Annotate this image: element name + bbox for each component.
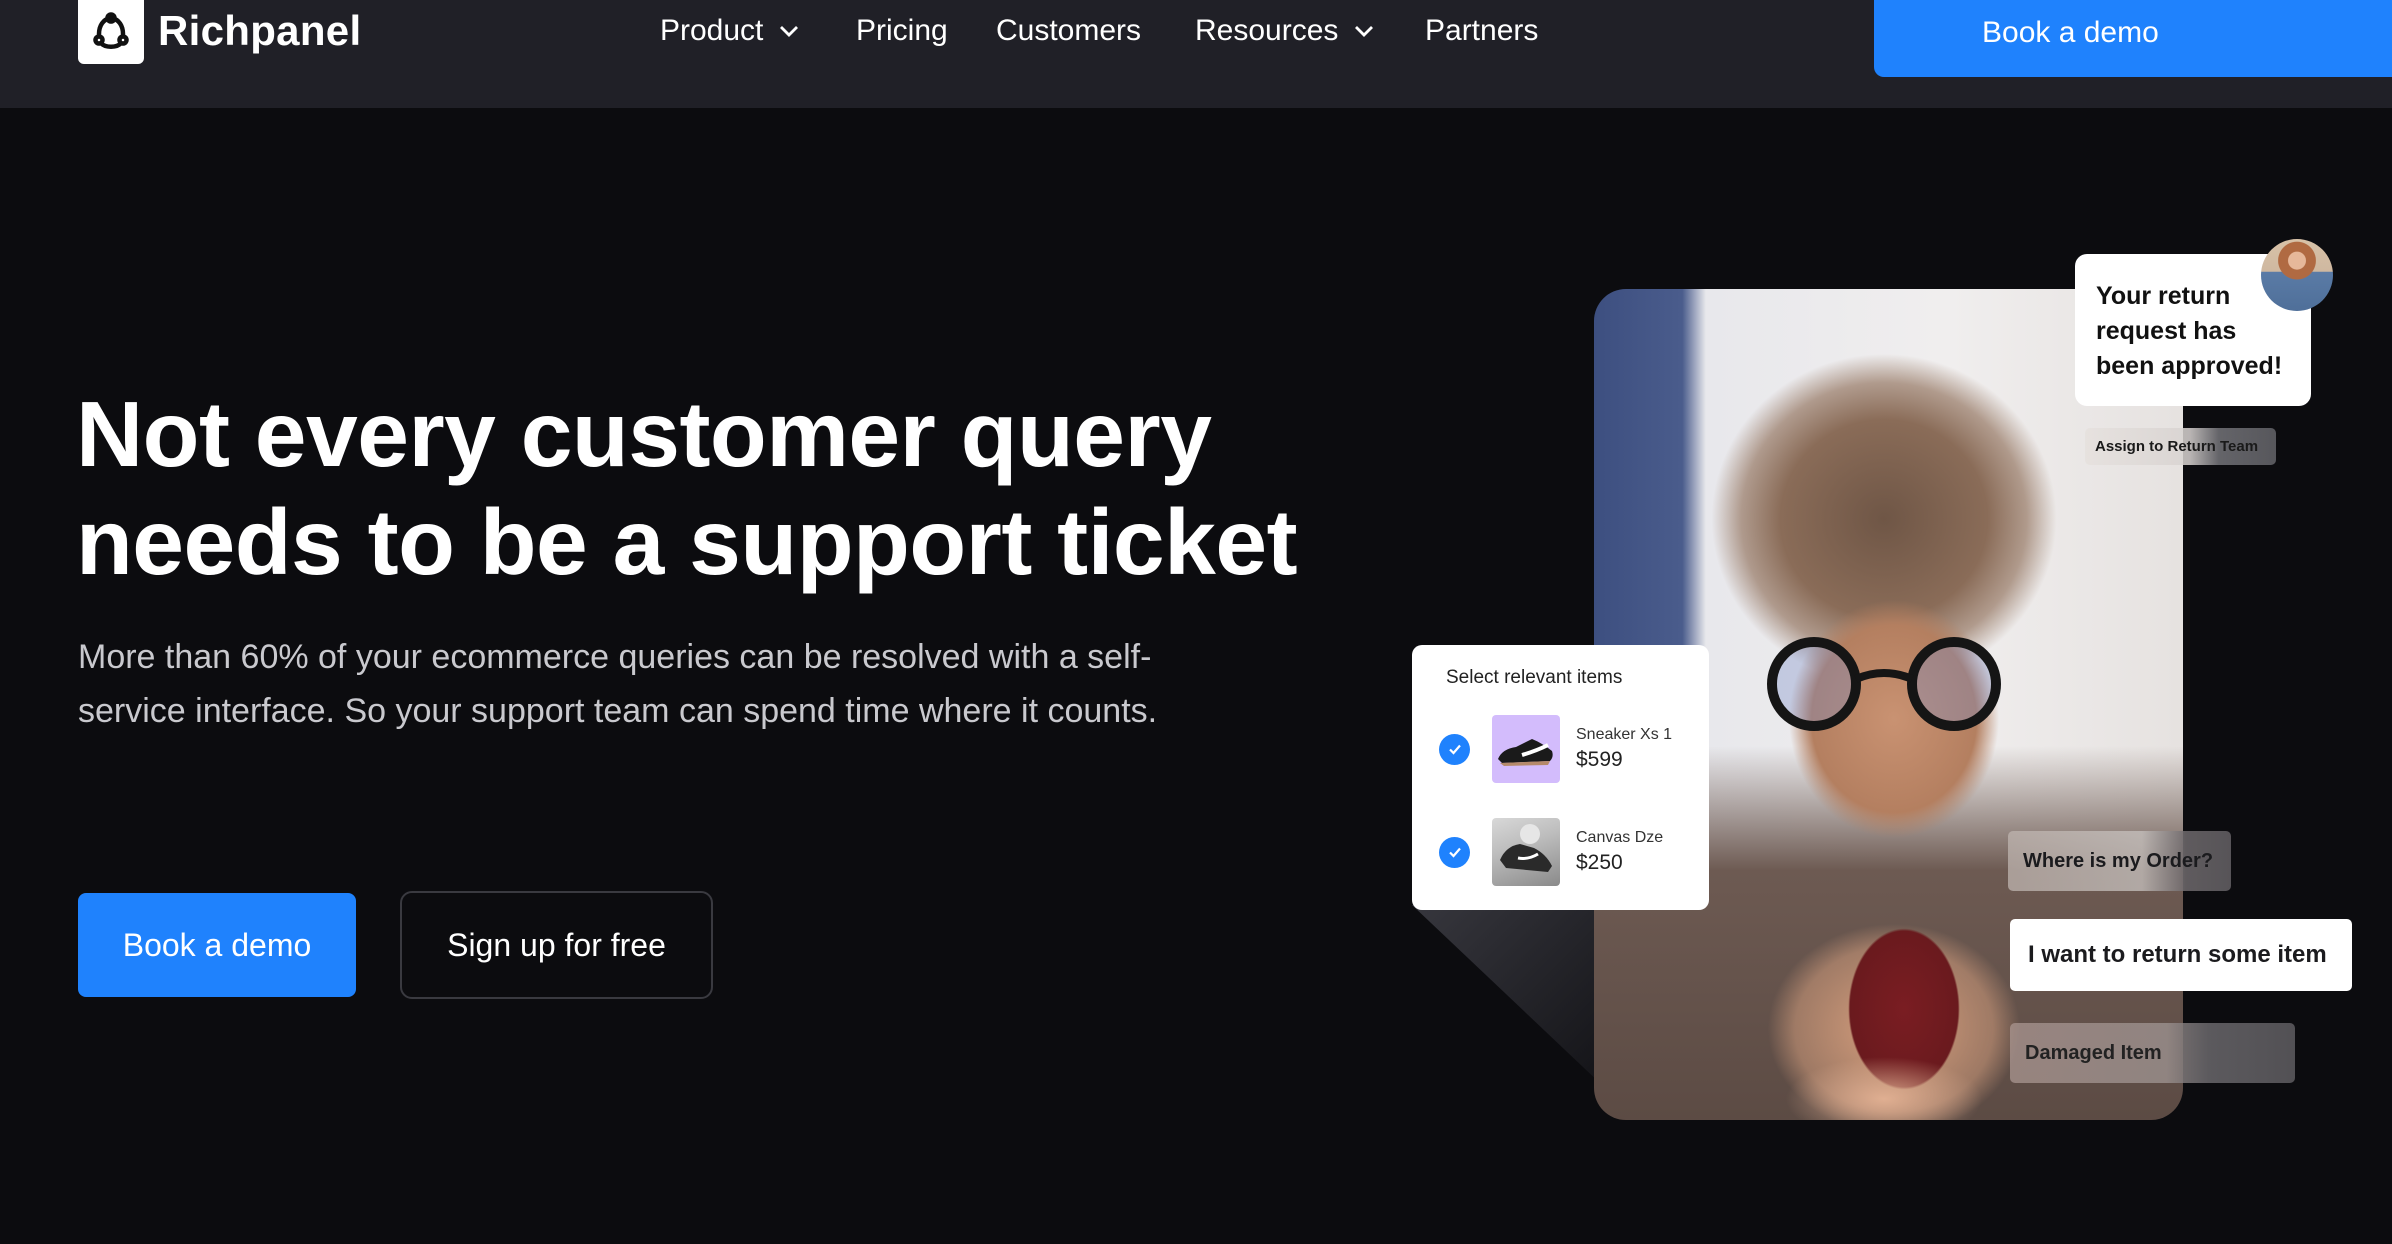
headline-line-1: Not every customer query [76,382,1212,486]
select-items-card: Select relevant items Sneaker Xs 1 $599 [1412,645,1709,910]
hero-subtext: More than 60% of your ecommerce queries … [78,638,1158,730]
sneaker-thumbnail [1492,715,1560,783]
chevron-down-icon [780,26,799,37]
brand-name[interactable]: Richpanel [158,4,361,58]
headline-line-2: needs to be a support ticket [76,490,1298,594]
agent-avatar [2261,239,2333,311]
glasses-illustration [1767,637,2001,731]
assign-team-tag: Assign to Return Team [2085,428,2276,465]
item-price: $250 [1576,851,1623,874]
checkbox-checked[interactable] [1439,836,1470,868]
item-name: Sneaker Xs 1 [1576,726,1673,743]
nav-product[interactable]: Product [660,10,801,52]
nav-pricing[interactable]: Pricing [856,10,948,52]
book-demo-button[interactable]: Book a demo [78,893,356,997]
item-name: Canvas Dze [1576,829,1664,846]
sneaker-icon [1498,739,1553,766]
shoe-icon [1500,824,1552,872]
nav-product-label: Product [660,14,764,47]
checkmark-icon [1448,847,1461,858]
bubble-line-3: been approved! [2096,352,2283,380]
nav-customers-label: Customers [996,14,1142,47]
canvas-shoe-thumbnail [1492,818,1560,886]
logo[interactable] [78,0,144,64]
nav-partners-label: Partners [1425,14,1539,47]
item-row[interactable]: Canvas Dze $250 [1439,818,1663,886]
book-demo-header-button[interactable]: Book a demo [1874,0,2392,77]
richpanel-logo-icon [93,12,129,49]
checkmark-icon [1448,744,1461,755]
nav-pricing-label: Pricing [856,14,948,47]
site-header: Richpanel Product Pricing Customers Reso… [0,0,2392,108]
quick-reply-order-status[interactable]: Where is my Order? [2008,831,2231,891]
hero-headline: Not every customer query needs to be a s… [76,380,1376,596]
quick-reply-return-item[interactable]: I want to return some item [2010,919,2352,991]
bubble-line-2: request has [2096,317,2237,345]
nav-partners[interactable]: Partners [1425,10,1538,52]
nav-resources[interactable]: Resources [1195,10,1376,52]
nav-customers[interactable]: Customers [996,10,1141,52]
items-card-title: Select relevant items [1446,667,1623,688]
nav-resources-label: Resources [1195,14,1339,47]
card-shadow-decoration [1412,905,1602,1085]
item-price: $599 [1576,748,1623,771]
checkbox-checked[interactable] [1439,733,1470,765]
item-row[interactable]: Sneaker Xs 1 $599 [1439,715,1672,783]
quick-reply-damaged-item[interactable]: Damaged Item [2010,1023,2295,1083]
chevron-down-icon [1355,26,1374,37]
sign-up-free-button[interactable]: Sign up for free [400,891,713,999]
